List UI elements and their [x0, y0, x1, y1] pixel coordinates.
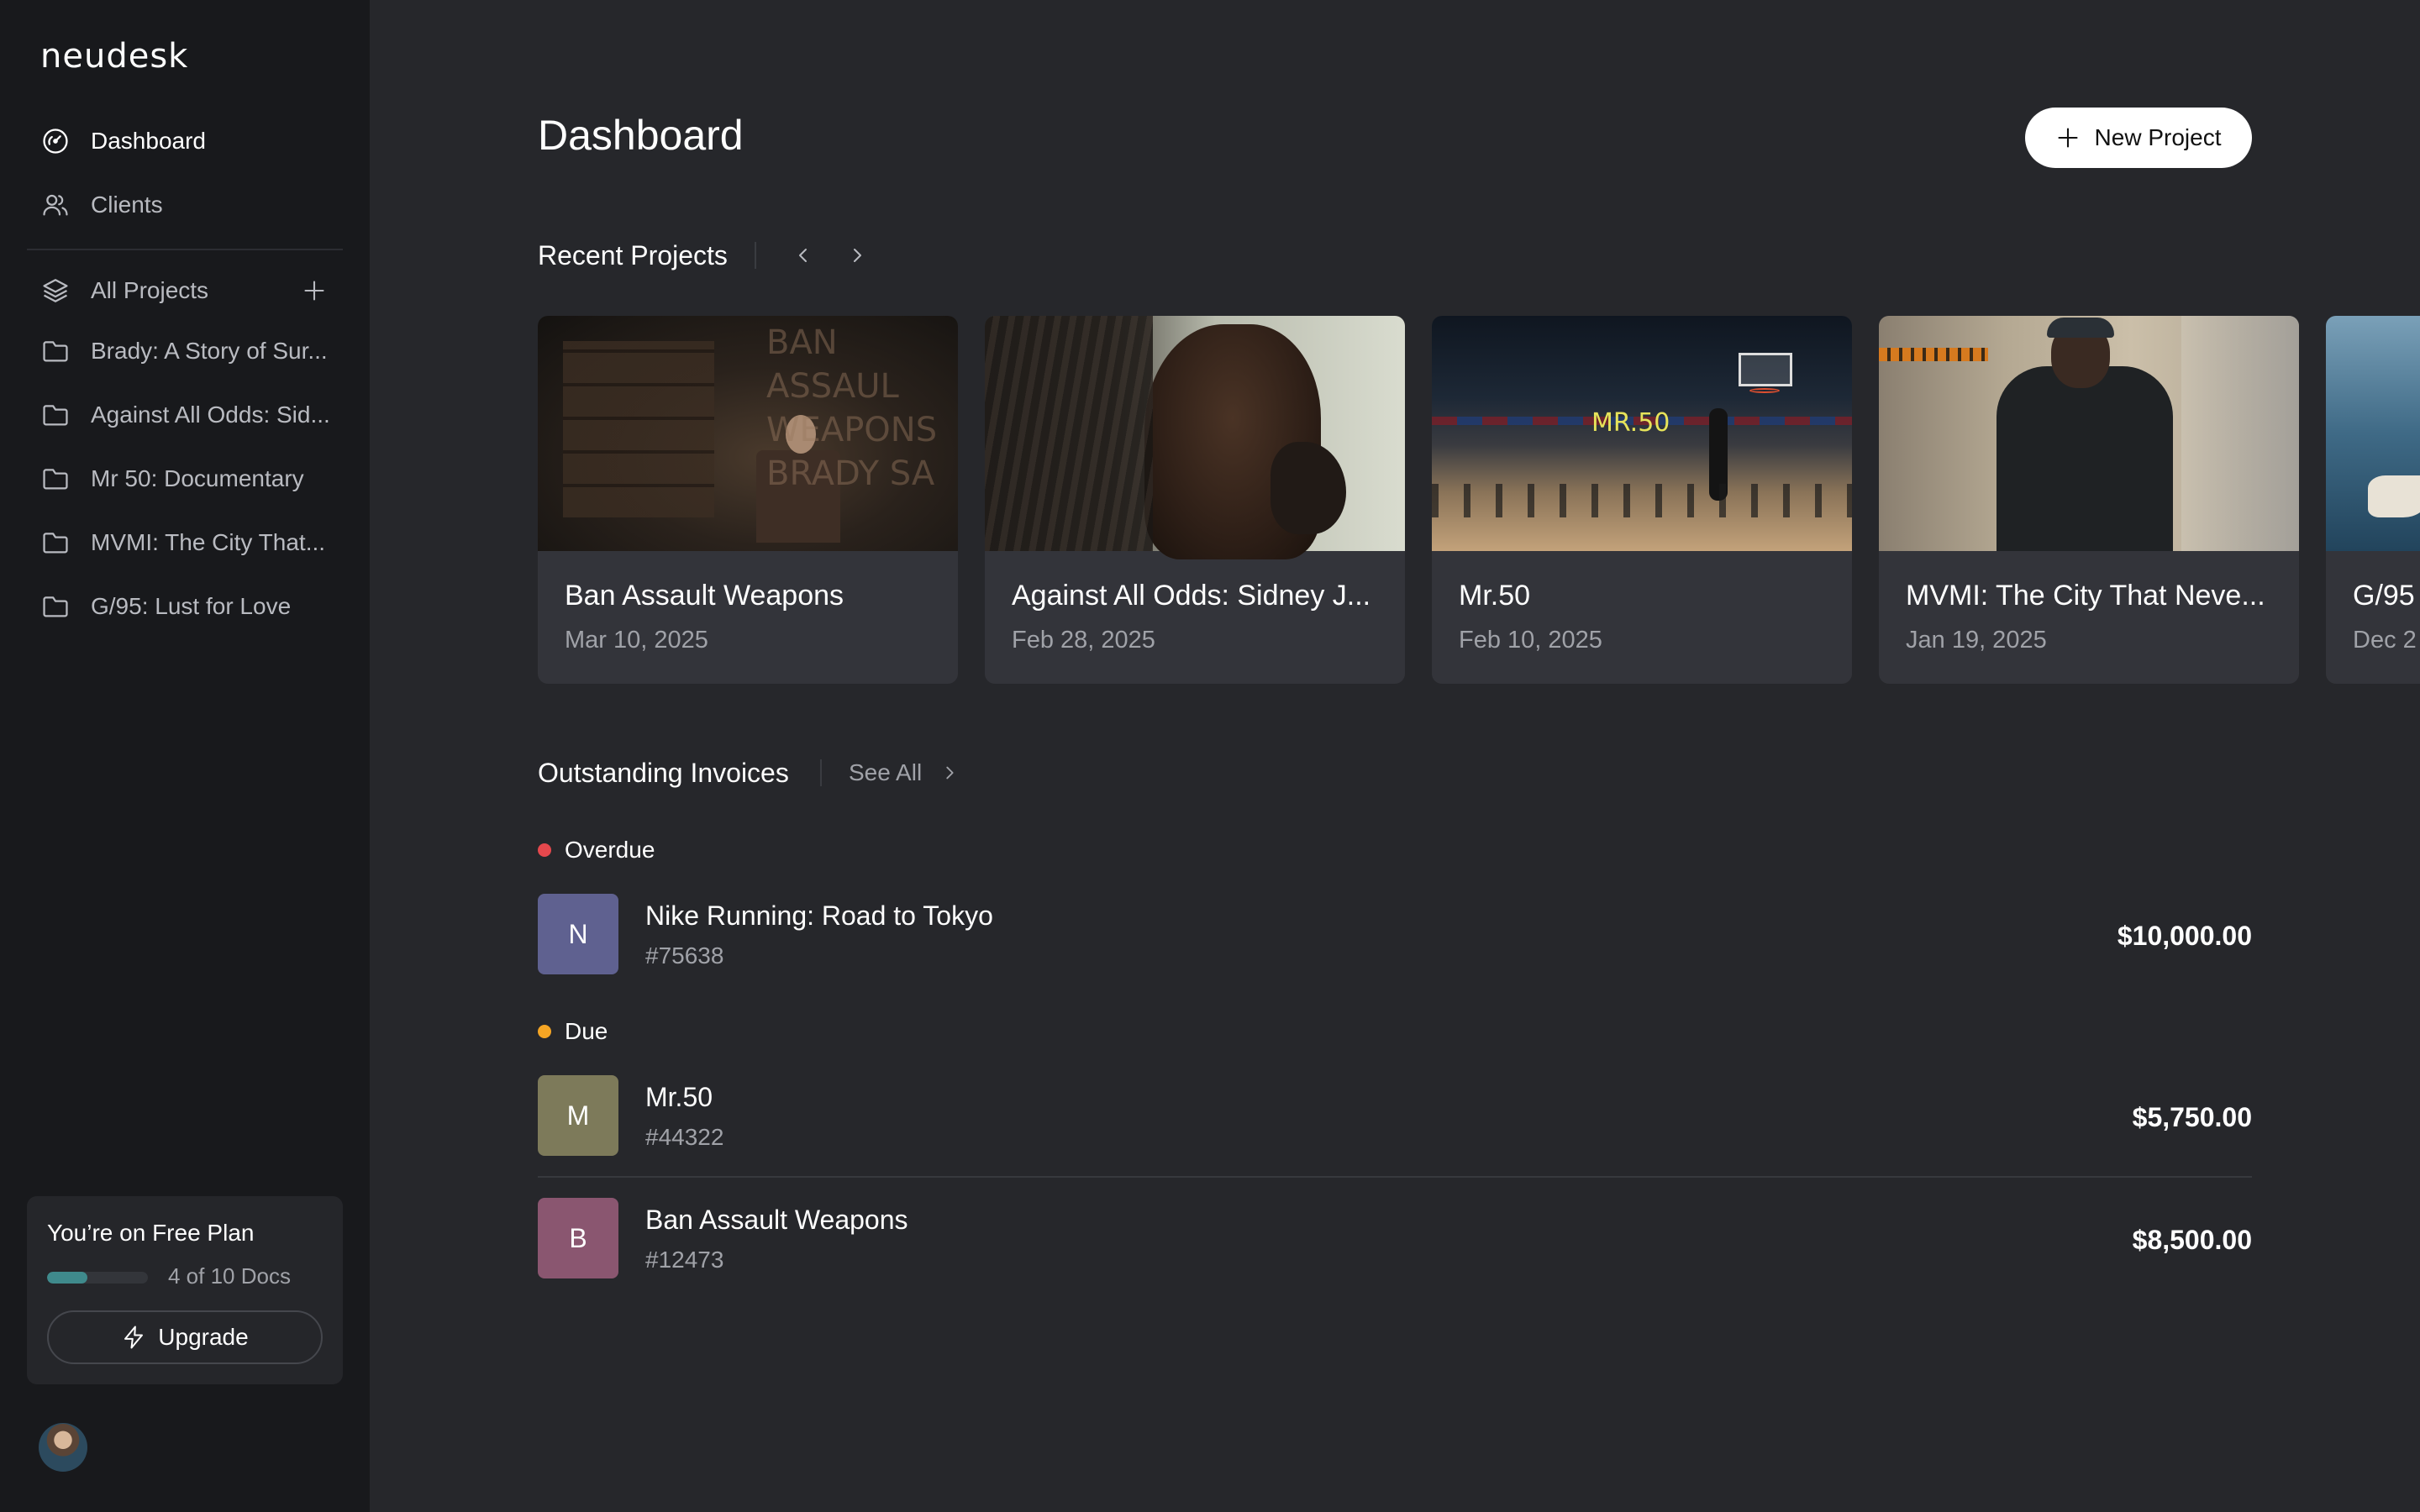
plan-usage-text: 4 of 10 Docs [168, 1263, 291, 1289]
see-all-label: See All [849, 759, 923, 785]
plan-card: You’re on Free Plan 4 of 10 Docs Upgrade [27, 1196, 343, 1384]
header-separator [755, 242, 756, 269]
project-thumbnail: MR.50 [1432, 316, 1852, 551]
layers-icon [40, 276, 71, 306]
project-card[interactable]: BAN ASSAUL WEAPONS BRADY SA Ban Assault We… [538, 316, 958, 684]
project-card[interactable]: G/95 Dec 2 [2326, 316, 2420, 684]
invoice-row[interactable]: N Nike Running: Road to Tokyo #75638 $10… [538, 894, 2252, 974]
app-logo[interactable]: neudesk [40, 37, 188, 76]
status-dot [538, 1025, 551, 1038]
invoice-row[interactable]: M Mr.50 #44322 $5,750.00 [538, 1075, 2252, 1156]
project-card-title: MVMI: The City That Neve... [1906, 580, 2265, 612]
project-thumbnail [985, 316, 1405, 559]
invoice-name: Ban Assault Weapons [645, 1205, 908, 1235]
header-separator [820, 759, 822, 786]
nav-label-dashboard: Dashboard [91, 128, 206, 154]
project-label: Mr 50: Documentary [91, 465, 304, 491]
status-dot [538, 843, 551, 857]
project-card-date: Jan 19, 2025 [1906, 627, 2047, 654]
project-thumbnail [1879, 316, 2299, 551]
project-thumbnail: BAN ASSAUL WEAPONS BRADY SA [538, 316, 958, 551]
sidebar: neudesk Dashboard Clients All Projects B… [0, 0, 370, 1512]
project-card-date: Feb 28, 2025 [1012, 627, 1155, 654]
recent-projects-title: Recent Projects [538, 240, 728, 270]
invoice-client-badge: N [538, 894, 618, 974]
folder-icon [40, 528, 71, 558]
plan-usage-bar [47, 1272, 148, 1284]
status-group-overdue: Overdue [538, 837, 655, 864]
invoice-name: Mr.50 [645, 1082, 713, 1112]
upgrade-button[interactable]: Upgrade [47, 1310, 323, 1364]
plan-title: You’re on Free Plan [47, 1220, 255, 1246]
project-card-title: G/95 [2353, 580, 2415, 612]
sidebar-item-project[interactable]: MVMI: The City That... [27, 514, 343, 571]
row-divider [538, 1176, 2252, 1178]
project-label: G/95: Lust for Love [91, 593, 292, 619]
invoices-title: Outstanding Invoices [538, 758, 789, 788]
plan-usage-fill [47, 1272, 87, 1284]
project-card-title: Against All Odds: Sidney J... [1012, 580, 1371, 612]
invoice-client-badge: M [538, 1075, 618, 1156]
invoice-name: Nike Running: Road to Tokyo [645, 900, 993, 931]
plus-icon [2056, 126, 2080, 150]
nav-item-clients[interactable]: Clients [27, 176, 343, 234]
invoice-amount: $5,750.00 [2132, 1102, 2252, 1132]
invoice-amount: $10,000.00 [2117, 921, 2252, 951]
status-label: Due [565, 1018, 608, 1044]
folder-icon [40, 591, 71, 622]
project-card-title: Mr.50 [1459, 580, 1531, 612]
new-project-label: New Project [2094, 124, 2222, 150]
invoice-number: #75638 [645, 942, 724, 969]
sidebar-item-project[interactable]: Against All Odds: Sid... [27, 386, 343, 444]
status-label: Overdue [565, 837, 655, 863]
project-card[interactable]: MVMI: The City That Neve... Jan 19, 2025 [1879, 316, 2299, 684]
folder-icon [40, 400, 71, 430]
users-icon [40, 190, 71, 220]
nav-item-all-projects[interactable]: All Projects [27, 262, 287, 319]
invoice-client-badge: B [538, 1198, 618, 1278]
invoice-number: #44322 [645, 1124, 724, 1150]
project-card[interactable]: Against All Odds: Sidney J... Feb 28, 20… [985, 316, 1405, 684]
plus-icon [304, 281, 324, 301]
sidebar-divider [27, 249, 343, 250]
project-thumbnail [2326, 316, 2420, 551]
dashboard-gauge-icon [40, 126, 71, 156]
nav-label-all-projects: All Projects [91, 277, 209, 303]
nav-label-clients: Clients [91, 192, 163, 218]
chevron-right-icon [940, 764, 959, 782]
user-avatar[interactable] [39, 1423, 87, 1472]
folder-icon [40, 464, 71, 494]
status-group-due: Due [538, 1018, 608, 1045]
carousel-prev-button[interactable] [788, 240, 818, 270]
project-card-date: Mar 10, 2025 [565, 627, 708, 654]
project-card-date: Dec 2 [2353, 627, 2417, 654]
carousel-next-button[interactable] [842, 240, 872, 270]
nav-item-dashboard[interactable]: Dashboard [27, 113, 343, 170]
upgrade-label: Upgrade [158, 1324, 249, 1350]
see-all-link[interactable]: See All [849, 759, 959, 786]
invoice-amount: $8,500.00 [2132, 1225, 2252, 1255]
project-label: Against All Odds: Sid... [91, 402, 330, 428]
add-project-button[interactable] [299, 276, 329, 306]
project-label: Brady: A Story of Sur... [91, 338, 328, 364]
new-project-button[interactable]: New Project [2025, 108, 2252, 168]
sidebar-item-project[interactable]: Brady: A Story of Sur... [27, 323, 343, 380]
sidebar-item-project[interactable]: G/95: Lust for Love [27, 578, 343, 635]
chevron-left-icon [799, 249, 807, 262]
folder-icon [40, 336, 71, 366]
project-card-title: Ban Assault Weapons [565, 580, 844, 612]
lightning-icon [121, 1325, 146, 1350]
project-card-date: Feb 10, 2025 [1459, 627, 1602, 654]
page-title: Dashboard [538, 112, 744, 159]
chevron-right-icon [854, 249, 861, 262]
project-label: MVMI: The City That... [91, 529, 326, 555]
invoice-number: #12473 [645, 1247, 724, 1273]
invoice-row[interactable]: B Ban Assault Weapons #12473 $8,500.00 [538, 1198, 2252, 1278]
project-card[interactable]: MR.50 Mr.50 Feb 10, 2025 [1432, 316, 1852, 684]
sidebar-item-project[interactable]: Mr 50: Documentary [27, 450, 343, 507]
